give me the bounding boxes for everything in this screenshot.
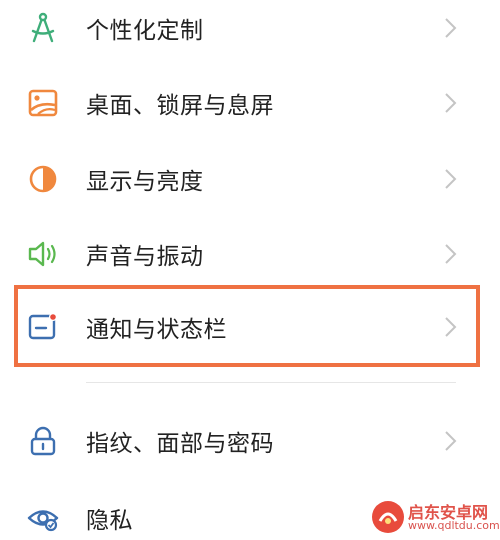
- settings-item-security[interactable]: 指纹、面部与密码: [0, 403, 500, 478]
- section-divider: [86, 382, 456, 383]
- privacy-eye-icon: [26, 501, 60, 535]
- settings-item-wallpaper[interactable]: 桌面、锁屏与息屏: [0, 65, 500, 140]
- settings-item-label: 桌面、锁屏与息屏: [86, 92, 274, 119]
- watermark-url: www.qdltdu.com: [408, 519, 500, 532]
- settings-item-label: 隐私: [86, 507, 133, 534]
- settings-item-label: 指纹、面部与密码: [86, 430, 274, 457]
- chevron-right-icon: [440, 428, 460, 454]
- chevron-right-icon: [440, 15, 460, 41]
- brightness-icon: [26, 162, 60, 196]
- settings-item-personalization[interactable]: 个性化定制: [0, 0, 500, 65]
- settings-item-notifications[interactable]: 通知与状态栏: [0, 289, 500, 364]
- lock-icon: [26, 424, 60, 458]
- settings-item-sound[interactable]: 声音与振动: [0, 216, 500, 291]
- chevron-right-icon: [440, 241, 460, 267]
- speaker-icon: [26, 237, 60, 271]
- settings-item-label: 个性化定制: [86, 17, 204, 44]
- settings-item-label: 通知与状态栏: [86, 316, 227, 343]
- watermark-logo-icon: [370, 499, 406, 535]
- chevron-right-icon: [440, 90, 460, 116]
- settings-item-label: 显示与亮度: [86, 168, 204, 195]
- settings-page: 个性化定制 桌面、锁屏与息屏 显示与亮度 声音与振动 通知与状态栏 指纹、面部与…: [0, 0, 500, 540]
- site-watermark: 启东安卓网 www.qdltdu.com: [370, 497, 500, 537]
- settings-item-display[interactable]: 显示与亮度: [0, 141, 500, 216]
- compass-drafting-icon: [26, 11, 60, 45]
- notification-icon: [26, 310, 60, 344]
- settings-item-label: 声音与振动: [86, 243, 204, 270]
- wallpaper-icon: [26, 86, 60, 120]
- chevron-right-icon: [440, 166, 460, 192]
- chevron-right-icon: [440, 314, 460, 340]
